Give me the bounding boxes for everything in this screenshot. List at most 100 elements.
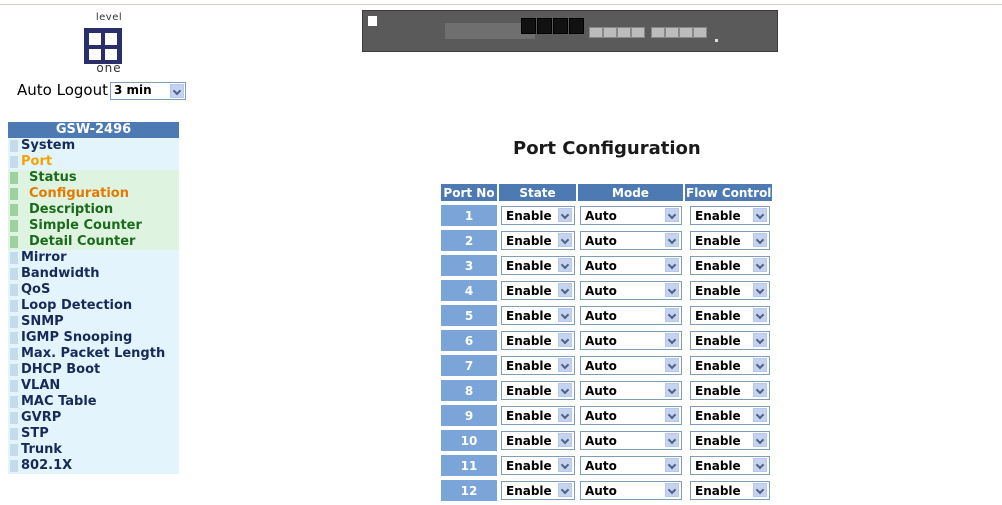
state-select[interactable]: Enable [501,306,575,325]
table-header-row: Port No State Mode Flow Control [441,184,773,201]
mode-select[interactable]: Auto [580,431,682,450]
sidebar-item-simple-counter[interactable]: Simple Counter [8,218,179,234]
port-number: 5 [441,305,497,326]
state-select[interactable]: Enable [501,256,575,275]
sidebar-item-configuration[interactable]: Configuration [8,186,179,202]
mode-select[interactable]: Auto [580,231,682,250]
sidebar-item-trunk[interactable]: Trunk [8,442,179,458]
flow-control-value: Enable [695,209,741,223]
flow-control-select[interactable]: Enable [690,231,770,250]
auto-logout-select[interactable]: 3 min [109,81,186,100]
sidebar-item-802-1x[interactable]: 802.1X [8,458,179,474]
flow-control-value: Enable [695,359,741,373]
mode-select[interactable]: Auto [580,456,682,475]
sidebar-item-stp[interactable]: STP [8,426,179,442]
sidebar-item-mac-table[interactable]: MAC Table [8,394,179,410]
state-select[interactable]: Enable [501,231,575,250]
flow-control-value: Enable [695,409,741,423]
state-select[interactable]: Enable [501,431,575,450]
flow-control-select[interactable]: Enable [690,206,770,225]
sidebar-item-snmp[interactable]: SNMP [8,314,179,330]
table-row: 10 Enable Auto Enable [441,430,772,451]
flow-control-value: Enable [695,434,741,448]
table-row: 9 Enable Auto Enable [441,405,772,426]
sfp-port-icon [651,27,665,38]
state-select[interactable]: Enable [501,281,575,300]
mode-select[interactable]: Auto [580,356,682,375]
state-value: Enable [506,259,552,273]
state-select[interactable]: Enable [501,331,575,350]
state-select[interactable]: Enable [501,456,575,475]
sidebar-item-vlan[interactable]: VLAN [8,378,179,394]
state-value: Enable [506,409,552,423]
mode-select[interactable]: Auto [580,256,682,275]
flow-control-select[interactable]: Enable [690,281,770,300]
state-select[interactable]: Enable [501,356,575,375]
chevron-down-icon [665,283,679,297]
chevron-down-icon [753,258,767,272]
table-row: 3 Enable Auto Enable [441,255,772,276]
mode-value: Auto [585,409,617,423]
sidebar-item-qos[interactable]: QoS [8,282,179,298]
mode-value: Auto [585,334,617,348]
mode-select[interactable]: Auto [580,206,682,225]
state-select[interactable]: Enable [501,406,575,425]
state-value: Enable [506,484,552,498]
flow-control-select[interactable]: Enable [690,256,770,275]
table-row: 7 Enable Auto Enable [441,355,772,376]
chevron-down-icon [665,333,679,347]
state-select[interactable]: Enable [501,381,575,400]
mode-select[interactable]: Auto [580,281,682,300]
sfp-port-icon [589,27,603,38]
mode-select[interactable]: Auto [580,481,682,500]
mode-select[interactable]: Auto [580,381,682,400]
port-number: 10 [441,430,497,451]
sidebar-item-loop-detection[interactable]: Loop Detection [8,298,179,314]
rj45-port-icon [553,18,568,34]
sidebar-item-description[interactable]: Description [8,202,179,218]
state-value: Enable [506,359,552,373]
chevron-down-icon [753,283,767,297]
chevron-down-icon [558,383,572,397]
flow-control-select[interactable]: Enable [690,331,770,350]
sidebar-item-port[interactable]: Port [8,154,179,170]
mode-value: Auto [585,284,617,298]
flow-control-value: Enable [695,259,741,273]
logo-bottom-text: one [96,61,122,75]
sfp-port-icon [693,27,707,38]
sidebar-item-status[interactable]: Status [8,170,179,186]
flow-control-value: Enable [695,334,741,348]
flow-control-select[interactable]: Enable [690,481,770,500]
sidebar-item-bandwidth[interactable]: Bandwidth [8,266,179,282]
mode-select[interactable]: Auto [580,331,682,350]
sidebar-item-igmp-snooping[interactable]: IGMP Snooping [8,330,179,346]
sidebar-item-mirror[interactable]: Mirror [8,250,179,266]
chevron-down-icon [753,233,767,247]
flow-control-select[interactable]: Enable [690,356,770,375]
flow-control-select[interactable]: Enable [690,406,770,425]
sidebar-item-detail-counter[interactable]: Detail Counter [8,234,179,250]
levelone-logo: level one [80,12,138,76]
chevron-down-icon [558,208,572,222]
flow-control-select[interactable]: Enable [690,456,770,475]
sidebar-item-system[interactable]: System [8,138,179,154]
sidebar-item-gvrp[interactable]: GVRP [8,410,179,426]
sidebar-item-dhcp-boot[interactable]: DHCP Boot [8,362,179,378]
flow-control-select[interactable]: Enable [690,431,770,450]
mode-select[interactable]: Auto [580,406,682,425]
chevron-down-icon [558,483,572,497]
chevron-down-icon [753,483,767,497]
chevron-down-icon [753,433,767,447]
table-row: 8 Enable Auto Enable [441,380,772,401]
mode-select[interactable]: Auto [580,306,682,325]
flow-control-select[interactable]: Enable [690,306,770,325]
chevron-down-icon [665,458,679,472]
table-row: 2 Enable Auto Enable [441,230,772,251]
mode-value: Auto [585,234,617,248]
sidebar-item-max-packet-length[interactable]: Max. Packet Length [8,346,179,362]
state-select[interactable]: Enable [501,481,575,500]
flow-control-select[interactable]: Enable [690,381,770,400]
top-divider [0,4,1002,5]
state-select[interactable]: Enable [501,206,575,225]
rj45-port-icon [521,18,536,34]
